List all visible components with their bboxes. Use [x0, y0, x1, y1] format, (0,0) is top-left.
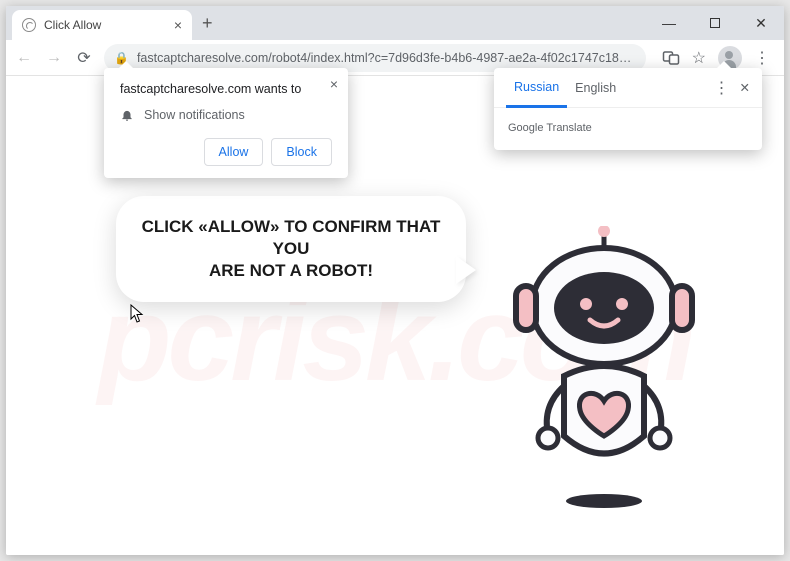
notification-permission-row: Show notifications: [120, 108, 332, 122]
google-translate-brand: Google Translate: [508, 120, 592, 134]
browser-tab[interactable]: Click Allow ×: [12, 10, 192, 40]
block-button[interactable]: Block: [271, 138, 332, 166]
tab-title: Click Allow: [44, 18, 101, 32]
new-tab-button[interactable]: +: [192, 13, 223, 34]
translate-icon[interactable]: [662, 49, 680, 67]
permission-label: Show notifications: [144, 108, 245, 122]
translate-tabs: Russian English ⋮ ✕: [494, 68, 762, 108]
forward-icon[interactable]: →: [44, 49, 64, 67]
bell-icon: [120, 108, 134, 122]
reload-icon[interactable]: ⟳: [74, 48, 94, 68]
translate-body: Google Translate: [494, 108, 762, 150]
translate-tab-russian[interactable]: Russian: [506, 69, 567, 108]
window-controls: — ✕: [646, 6, 784, 40]
back-icon[interactable]: ←: [14, 49, 34, 67]
close-window-button[interactable]: ✕: [738, 6, 784, 40]
browser-window: Click Allow × + — ✕ ← → ⟳ 🔒 fastcaptchar…: [6, 6, 784, 555]
minimize-button[interactable]: —: [646, 6, 692, 40]
bookmark-star-icon[interactable]: ☆: [692, 48, 706, 68]
globe-icon: [22, 18, 36, 32]
close-icon[interactable]: ✕: [740, 80, 750, 95]
bubble-line-1: CLICK «ALLOW» TO CONFIRM THAT YOU: [140, 216, 442, 260]
translate-menu-icon[interactable]: ⋮: [714, 78, 730, 98]
url-text: fastcaptcharesolve.com/robot4/index.html…: [137, 51, 636, 65]
bubble-line-2: ARE NOT A ROBOT!: [140, 260, 442, 282]
robot-illustration: [494, 226, 714, 521]
close-tab-icon[interactable]: ×: [174, 17, 182, 33]
close-icon[interactable]: ×: [330, 76, 338, 92]
tabstrip: Click Allow × + — ✕: [6, 6, 784, 40]
translate-panel: Russian English ⋮ ✕ Google Translate: [494, 68, 762, 150]
translate-tab-english[interactable]: English: [567, 68, 624, 107]
speech-bubble: CLICK «ALLOW» TO CONFIRM THAT YOU ARE NO…: [116, 196, 466, 302]
notification-prompt: × fastcaptcharesolve.com wants to Show n…: [104, 68, 348, 178]
allow-button[interactable]: Allow: [204, 138, 264, 166]
notification-title: fastcaptcharesolve.com wants to: [120, 82, 332, 96]
maximize-button[interactable]: [692, 6, 738, 40]
menu-icon[interactable]: ⋮: [754, 48, 770, 68]
notification-actions: Allow Block: [120, 138, 332, 166]
